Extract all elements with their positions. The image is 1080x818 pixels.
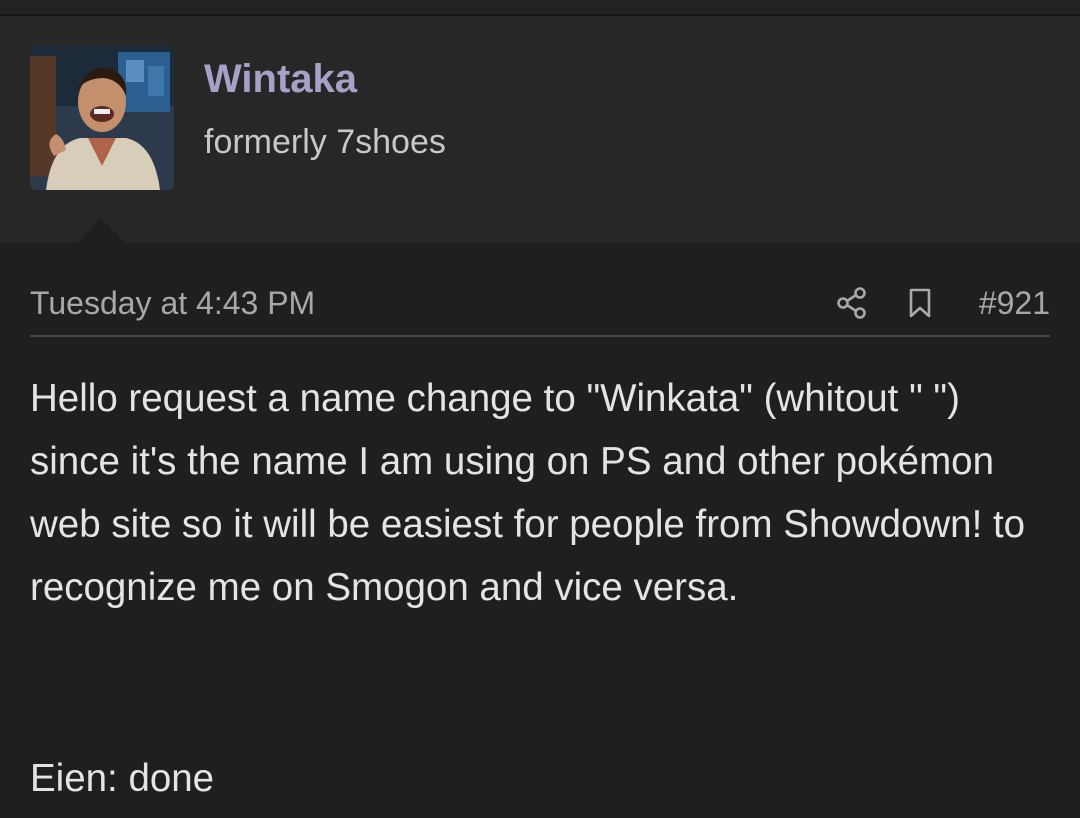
user-info-block: Wintaka formerly 7shoes — [0, 16, 1080, 243]
post-reply-text: Eien: done — [30, 757, 215, 800]
post-content: Tuesday at 4:43 PM #921 Hello request a … — [0, 243, 1080, 818]
post-date[interactable]: Tuesday at 4:43 PM — [30, 283, 315, 323]
top-divider — [0, 0, 1080, 16]
username[interactable]: Wintaka — [204, 56, 357, 102]
post-body: Hello request a name change to "Winkata"… — [30, 367, 1055, 619]
post-number-link[interactable]: #921 — [979, 283, 1050, 323]
forum-post-page: Wintaka formerly 7shoes Tuesday at 4:43 … — [0, 0, 1080, 818]
user-title: formerly 7shoes — [204, 123, 446, 161]
user-block-arrow — [77, 218, 125, 243]
avatar[interactable] — [30, 46, 174, 190]
bookmark-icon[interactable] — [903, 286, 937, 320]
post-body-text: Hello request a name change to "Winkata"… — [30, 377, 1026, 609]
share-icon[interactable] — [835, 286, 869, 320]
post-header: Tuesday at 4:43 PM #921 — [30, 279, 1050, 337]
post-actions: #921 — [835, 283, 1050, 323]
